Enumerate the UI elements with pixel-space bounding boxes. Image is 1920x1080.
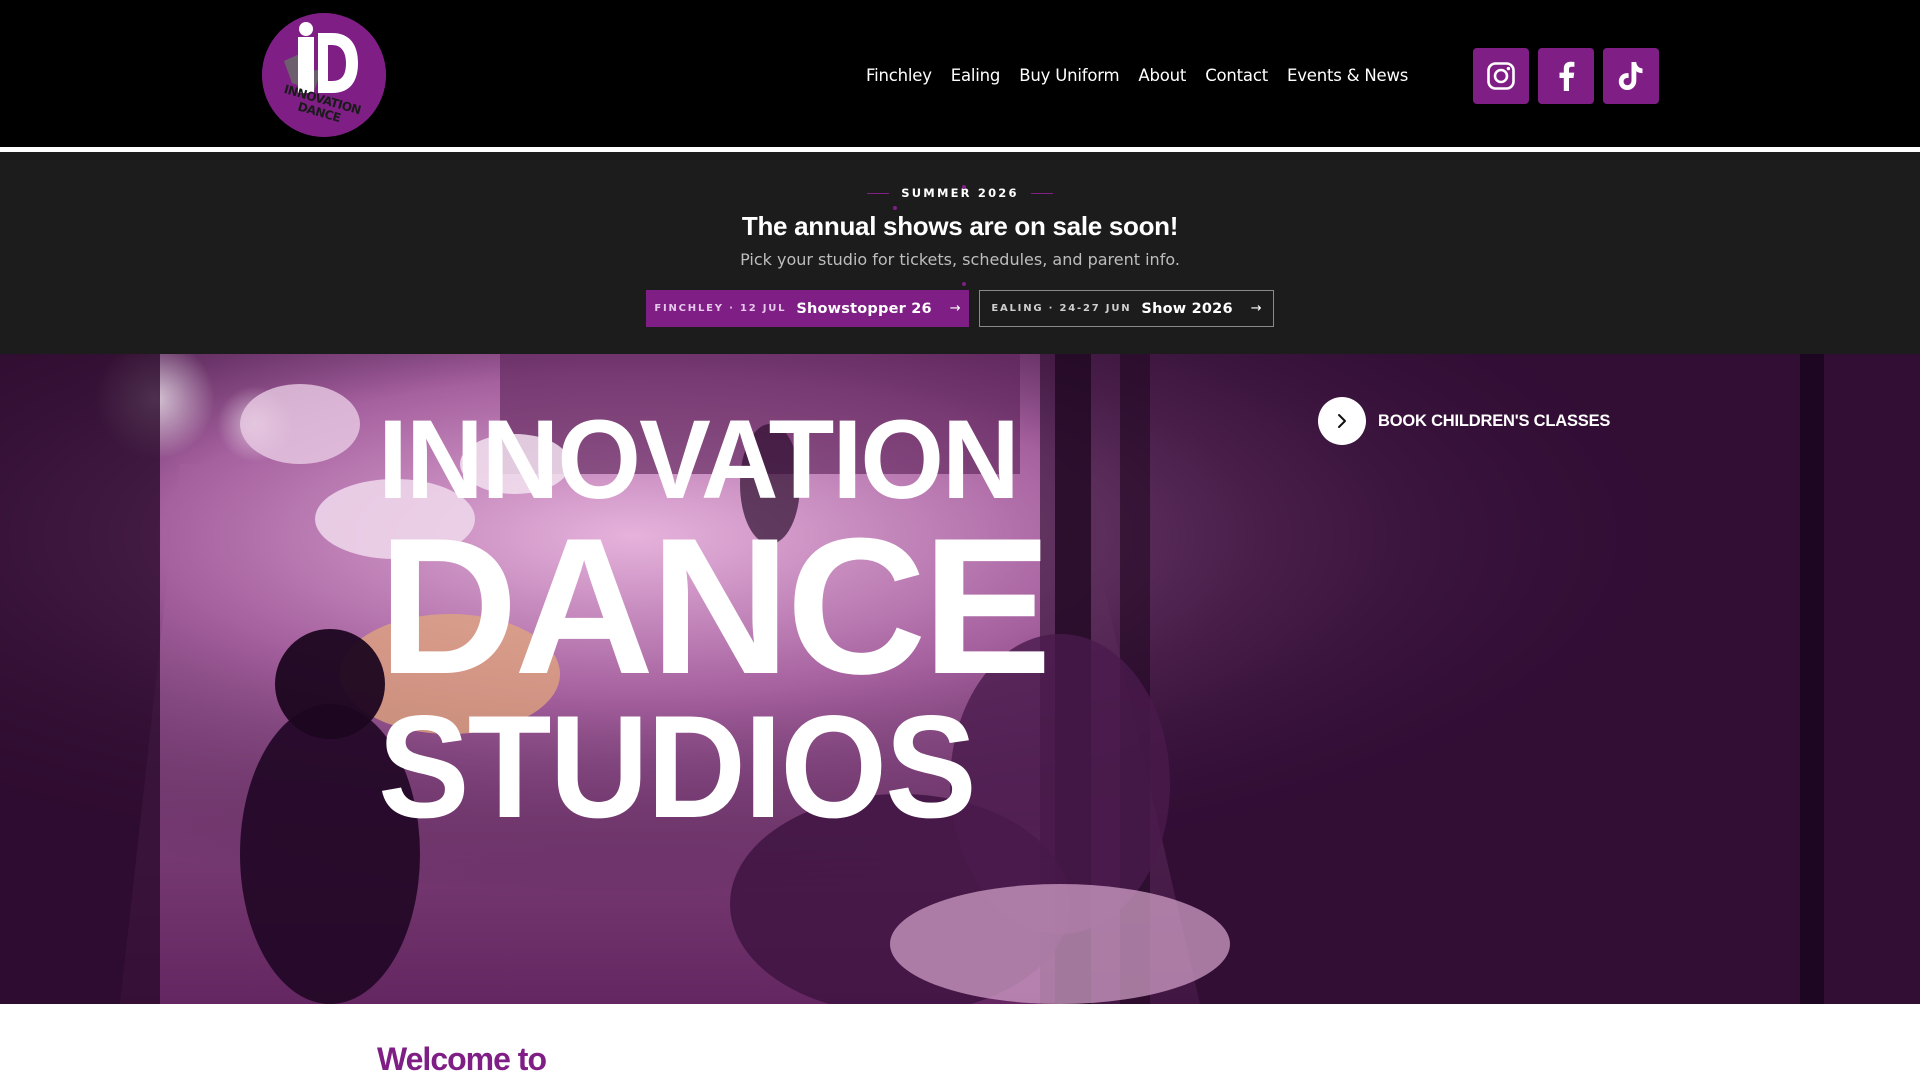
banner-subtitle: Pick your studio for tickets, schedules,… [740,250,1180,269]
banner-eyebrow: SUMMER 2026 [0,186,1920,200]
tiktok-icon [1618,62,1643,90]
book-classes-link[interactable]: BOOK CHILDREN'S CLASSES [1318,397,1610,445]
finchley-show-name: Showstopper 26 [796,300,932,317]
hero-title-line-3: STUDIOS [378,685,977,848]
book-classes-circle [1318,397,1366,445]
ealing-show-date: EALING · 24-27 JUN [991,303,1132,314]
nav-buy-uniform[interactable]: Buy Uniform [1019,66,1119,85]
finchley-show-date: FINCHLEY · 12 JUL [654,303,787,314]
tiktok-button[interactable] [1603,48,1659,104]
nav-about[interactable]: About [1138,66,1186,85]
eyebrow-dash-right [1030,193,1053,194]
arrow-right-icon: → [1250,301,1262,316]
hero-title-line-1: INNOVATION [378,397,1020,522]
eyebrow-dash-left [867,193,890,194]
finchley-show-button[interactable]: FINCHLEY · 12 JUL Showstopper 26 → [646,290,969,327]
welcome-section: Welcome to [0,1004,1920,1080]
sparkle-decoration [962,185,966,189]
arrow-right-icon: → [949,301,961,316]
site-header: INNOVATION DANCE Finchley Ealing Buy Uni… [0,0,1920,147]
welcome-heading: Welcome to [377,1041,547,1077]
facebook-icon [1559,61,1575,91]
banner-title: The annual shows are on sale soon! [741,211,1179,241]
social-links [1473,48,1659,104]
nav-finchley[interactable]: Finchley [866,66,932,85]
book-classes-label: BOOK CHILDREN'S CLASSES [1378,411,1611,430]
main-nav: Finchley Ealing Buy Uniform About Contac… [866,63,1408,87]
ealing-show-button[interactable]: EALING · 24-27 JUN Show 2026 → [979,290,1274,327]
eyebrow-text: SUMMER 2026 [901,186,1019,200]
sparkle-decoration [962,282,966,286]
instagram-icon [1487,62,1515,90]
ealing-show-name: Show 2026 [1141,300,1233,317]
instagram-button[interactable] [1473,48,1529,104]
hero-section: INNOVATION DANCE STUDIOS BOOK CHILDREN'S… [0,354,1920,1004]
announcement-banner: SUMMER 2026 The annual shows are on sale… [0,152,1920,354]
hero-title: INNOVATION DANCE STUDIOS [378,397,1052,848]
sparkle-decoration [893,206,897,210]
nav-events-news[interactable]: Events & News [1287,66,1408,85]
chevron-right-icon [1338,414,1346,428]
nav-ealing[interactable]: Ealing [951,66,1001,85]
nav-contact[interactable]: Contact [1205,66,1268,85]
facebook-button[interactable] [1538,48,1594,104]
site-logo[interactable]: INNOVATION DANCE [262,13,386,137]
hero-title-line-2: DANCE [378,498,1052,715]
